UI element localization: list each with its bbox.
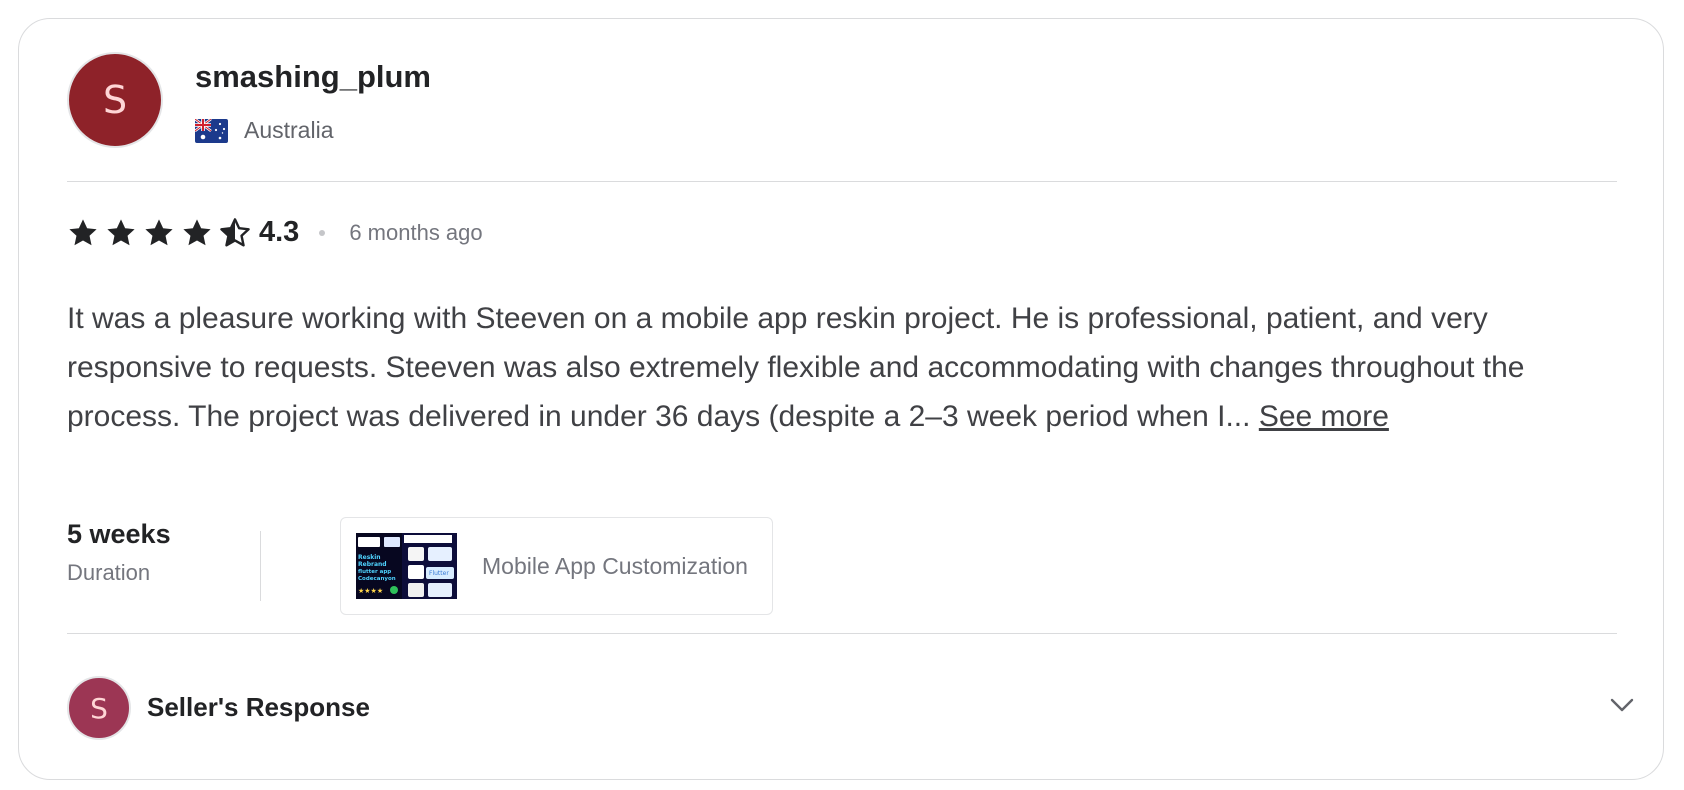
thumb-text-codecanyon: Codecanyon — [358, 576, 396, 582]
reviewer-username[interactable]: smashing_plum — [195, 59, 431, 95]
reviewer-avatar-letter: S — [102, 78, 128, 122]
star-full-icon — [145, 218, 173, 245]
seller-response-label[interactable]: Seller's Response — [147, 692, 370, 723]
review-time: 6 months ago — [349, 219, 483, 245]
gig-thumbnail: Reskin Rebrand flutter app Codecanyon ★★… — [356, 533, 457, 599]
star-rating — [67, 217, 251, 249]
duration-block: 5 weeks Duration — [67, 519, 171, 586]
review-card: S smashing_plum Australia 4.3 6 months a… — [18, 18, 1664, 780]
chevron-down-icon[interactable] — [1609, 692, 1635, 718]
thumb-text-flutter-app: flutter app — [358, 569, 391, 575]
reviewer-country-row: Australia — [195, 117, 333, 144]
reviewer-avatar: S — [67, 52, 163, 148]
see-more-link[interactable]: See more — [1259, 400, 1389, 433]
review-text: It was a pleasure working with Steeven o… — [67, 294, 1612, 441]
australia-flag-icon — [195, 118, 228, 143]
star-full-icon — [69, 218, 97, 245]
reviewer-country: Australia — [244, 117, 334, 143]
duration-value: 5 weeks — [67, 519, 171, 549]
thumb-text-rebrand: Rebrand — [358, 561, 387, 568]
vertical-divider — [260, 531, 261, 601]
thumb-text-reskin: Reskin — [358, 554, 381, 561]
star-half-icon — [220, 217, 250, 246]
rating-value: 4.3 — [259, 216, 300, 248]
divider — [67, 633, 1617, 634]
svg-text:★★★★: ★★★★ — [358, 587, 383, 595]
thumb-text-flutter: Flutter — [429, 570, 449, 577]
gig-card[interactable]: Reskin Rebrand flutter app Codecanyon ★★… — [340, 517, 773, 615]
seller-avatar: S — [67, 676, 131, 740]
duration-label: Duration — [67, 560, 151, 585]
star-full-icon — [107, 218, 135, 245]
divider — [67, 181, 1617, 182]
seller-avatar-letter: S — [90, 691, 108, 725]
gig-title[interactable]: Mobile App Customization — [482, 553, 748, 580]
rating-row: 4.3 6 months ago — [67, 216, 483, 249]
star-full-icon — [183, 218, 211, 245]
separator-dot — [319, 229, 326, 236]
